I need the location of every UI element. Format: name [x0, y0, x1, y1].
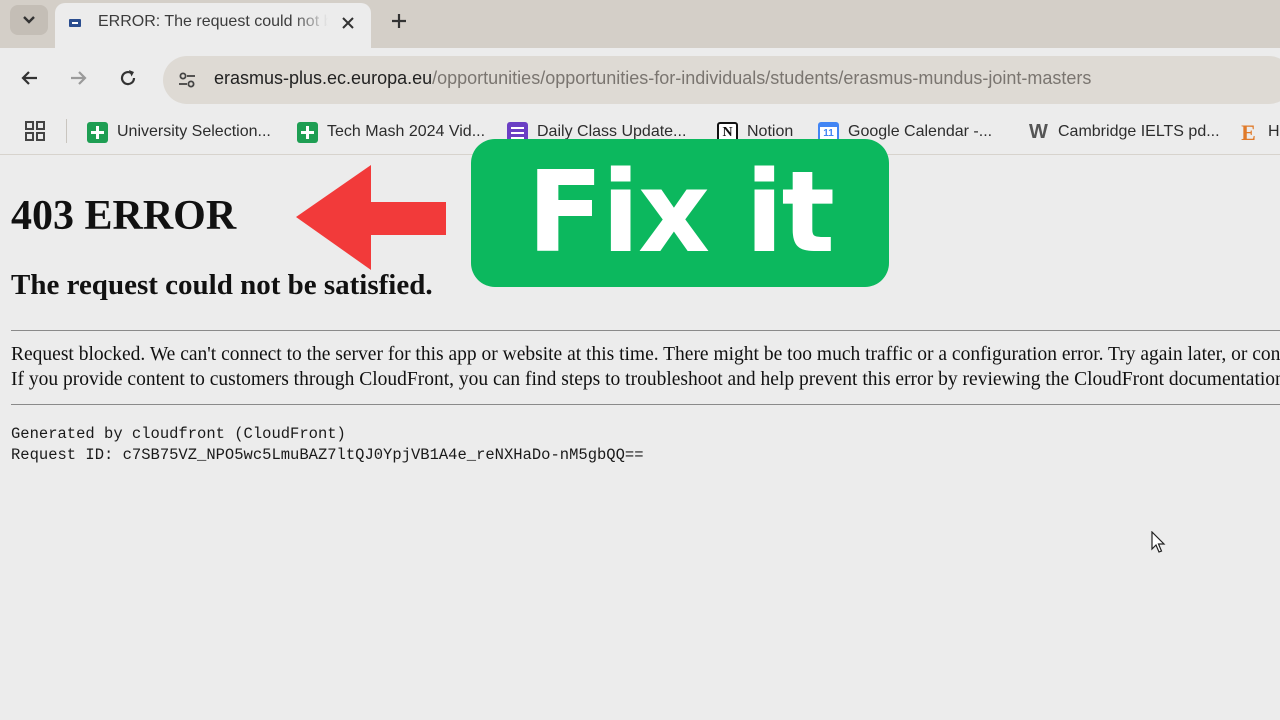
bookmarks-separator [66, 119, 67, 143]
site-info-icon[interactable] [175, 68, 199, 92]
e-icon: E [1241, 119, 1256, 145]
url-text[interactable]: erasmus-plus.ec.europa.eu/opportunities/… [214, 68, 1091, 89]
plus-icon [392, 14, 406, 28]
close-icon [342, 17, 354, 29]
bookmark-label: H [1268, 123, 1280, 140]
arrow-right-icon [71, 71, 87, 85]
bookmark-label: Tech Mash 2024 Vid... [327, 123, 486, 140]
bookmark-label: Cambridge IELTS pd... [1058, 123, 1220, 140]
divider [11, 330, 1280, 331]
tab-strip: ERROR: The request could not be satisfie… [0, 0, 1280, 48]
request-id-text: Request ID: c7SB75VZ_NPO5wc5LmuBAZ7ltQJ0… [11, 446, 644, 464]
active-tab[interactable]: ERROR: The request could not be satisfie… [55, 3, 371, 48]
sheets-icon [87, 121, 108, 143]
fix-it-badge: Fix it [471, 139, 889, 287]
reload-button[interactable] [114, 64, 142, 92]
mouse-cursor-icon [1151, 531, 1166, 553]
close-tab-button[interactable] [336, 11, 360, 35]
error-subheading: The request could not be satisfied. [11, 269, 433, 301]
sheets-icon [297, 121, 318, 143]
error-message-line-1: Request blocked. We can't connect to the… [11, 344, 1280, 365]
arrow-shape [296, 165, 446, 270]
bookmark-tech-mash[interactable]: Tech Mash 2024 Vid... [297, 120, 485, 144]
bookmark-h[interactable]: E H [1238, 119, 1280, 145]
tab-title: ERROR: The request could not be satisfie… [98, 13, 328, 30]
bookmark-label: University Selection... [117, 123, 271, 140]
back-button[interactable] [16, 64, 44, 92]
divider [11, 404, 1280, 405]
error-message-line-2: If you provide content to customers thro… [11, 369, 1280, 390]
browser-toolbar: erasmus-plus.ec.europa.eu/opportunities/… [0, 48, 1280, 108]
new-tab-button[interactable] [386, 8, 412, 34]
forward-button[interactable] [64, 64, 92, 92]
address-bar[interactable]: erasmus-plus.ec.europa.eu/opportunities/… [163, 56, 1280, 104]
bookmark-label: Google Calendar -... [848, 123, 993, 140]
red-arrow-icon [296, 165, 446, 270]
url-path: /opportunities/opportunities-for-individ… [432, 68, 1092, 88]
apps-grid-icon[interactable] [24, 120, 46, 142]
reload-icon [120, 70, 136, 86]
chevron-down-icon [23, 16, 35, 24]
favicon-icon [69, 19, 81, 27]
tab-search-button[interactable] [10, 5, 48, 35]
bookmark-cambridge-ielts[interactable]: W Cambridge IELTS pd... [1028, 120, 1220, 144]
bookmark-university-selection[interactable]: University Selection... [87, 120, 271, 144]
url-host: erasmus-plus.ec.europa.eu [214, 68, 433, 88]
generated-by-text: Generated by cloudfront (CloudFront) [11, 425, 346, 443]
weebly-icon: W [1029, 120, 1048, 143]
error-heading: 403 ERROR [11, 193, 237, 239]
arrow-left-icon [21, 71, 37, 85]
